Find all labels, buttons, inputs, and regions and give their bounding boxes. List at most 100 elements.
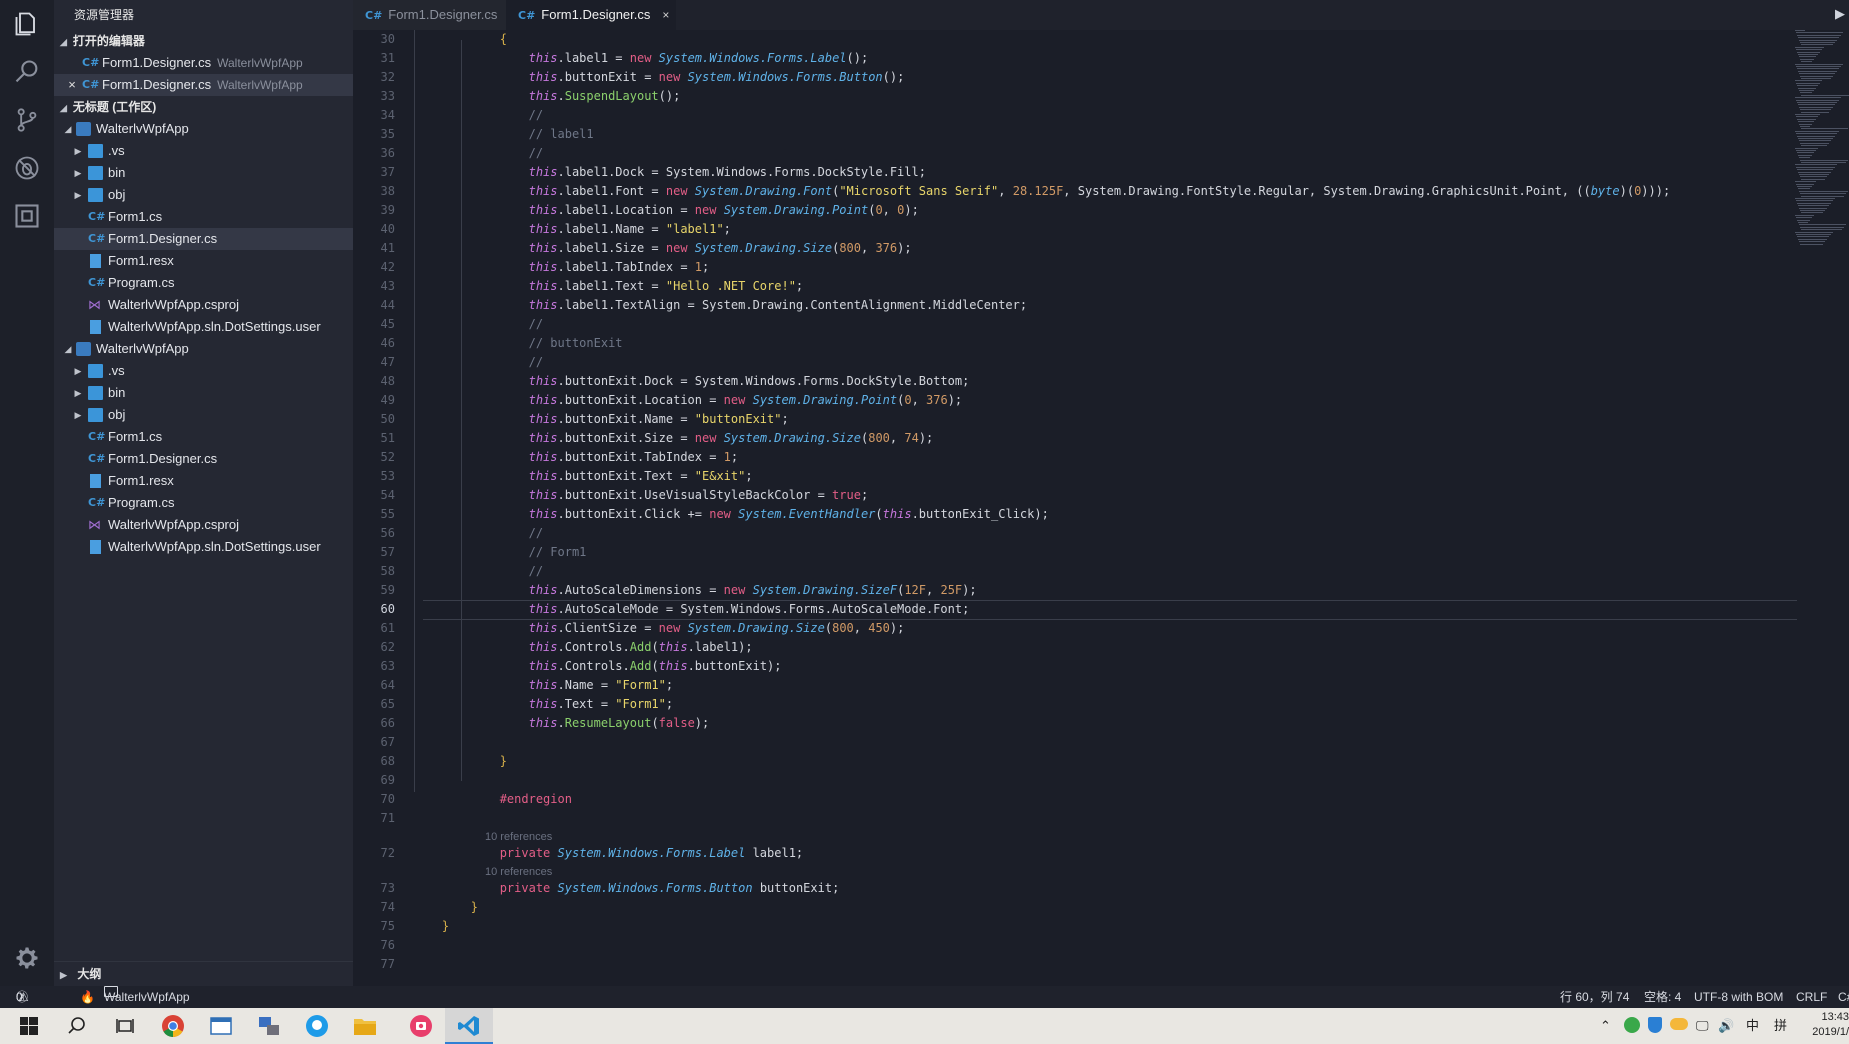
code-editor[interactable]: 30 {31 this.label1 = new System.Windows.… [353, 30, 1849, 986]
code-line[interactable]: this.buttonExit.Size = new System.Drawin… [413, 429, 934, 448]
code-line[interactable]: this.Controls.Add(this.buttonExit); [413, 657, 782, 676]
screen-recorder-icon[interactable] [397, 1008, 445, 1044]
code-line[interactable]: this.label1.Size = new System.Drawing.Si… [413, 239, 912, 258]
explorer-icon[interactable] [0, 0, 54, 48]
code-line[interactable]: // Form1 [413, 543, 587, 562]
code-line[interactable]: this.AutoScaleMode = System.Windows.Form… [413, 600, 970, 619]
tree-file[interactable]: WalterlvWpfApp.sln.DotSettings.user [54, 536, 353, 558]
code-line[interactable]: this.Text = "Form1"; [413, 695, 674, 714]
code-line[interactable]: // [413, 524, 543, 543]
line-ending[interactable]: CRLF [1796, 986, 1827, 1008]
code-line[interactable]: // [413, 144, 543, 163]
tree-file[interactable]: C# Form1.Designer.cs [54, 228, 353, 250]
project-folder[interactable]: ◢ WalterlvWpfApp [54, 118, 353, 140]
tree-file[interactable]: C# Program.cs [54, 272, 353, 294]
code-line[interactable]: // [413, 353, 543, 372]
code-line[interactable]: { [413, 30, 507, 49]
code-line[interactable]: this.Controls.Add(this.label1); [413, 638, 753, 657]
system-clock[interactable]: 13:43 2019/1/ [1800, 1010, 1849, 1040]
show-hidden-icons-icon[interactable]: ⌃ [1600, 1008, 1611, 1044]
minimap[interactable] [1789, 30, 1849, 330]
code-line[interactable]: this.buttonExit = new System.Windows.For… [413, 68, 905, 87]
network-app-icon[interactable] [245, 1008, 293, 1044]
code-line[interactable]: private System.Windows.Forms.Label label… [413, 844, 803, 863]
keyboard-layout-indicator[interactable]: 拼 [1774, 1008, 1787, 1044]
code-line[interactable]: this.label1.TabIndex = 1; [413, 258, 710, 277]
tree-folder[interactable]: ▶ bin [54, 162, 353, 184]
project-folder[interactable]: ◢ WalterlvWpfApp [54, 338, 353, 360]
code-line[interactable]: this.label1 = new System.Windows.Forms.L… [413, 49, 869, 68]
code-line[interactable]: // [413, 562, 543, 581]
vscode-icon[interactable] [445, 1008, 493, 1044]
tab-close-icon[interactable]: × [662, 8, 669, 22]
tree-file[interactable]: C# Program.cs [54, 492, 353, 514]
open-editor-item[interactable]: C# Form1.Designer.cs WalterlvWpfApp [54, 52, 353, 74]
tree-folder[interactable]: ▶ .vs [54, 360, 353, 382]
tree-file[interactable]: C# Form1.cs [54, 426, 353, 448]
tree-file[interactable]: Form1.resx [54, 250, 353, 272]
indent-spaces[interactable]: 空格: 4 [1644, 986, 1681, 1008]
code-line[interactable]: this.buttonExit.Click += new System.Even… [413, 505, 1049, 524]
tree-file[interactable]: ⋈ WalterlvWpfApp.csproj [54, 294, 353, 316]
settings-gear-icon[interactable] [0, 934, 54, 982]
code-line[interactable]: this.buttonExit.Location = new System.Dr… [413, 391, 963, 410]
codelens-references[interactable]: 10 references [485, 864, 552, 880]
tray-security-icon[interactable] [1648, 1017, 1662, 1035]
run-play-icon[interactable]: ▶ [1835, 6, 1845, 22]
code-line[interactable]: // [413, 106, 543, 125]
file-explorer-icon[interactable] [341, 1008, 389, 1044]
search-icon[interactable] [53, 1008, 101, 1044]
source-control-icon[interactable] [0, 96, 54, 144]
file-encoding[interactable]: UTF-8 with BOM [1694, 986, 1783, 1008]
codelens-references[interactable]: 10 references [485, 829, 552, 845]
tab-form1-designer-inactive[interactable]: C# Form1.Designer.cs [353, 0, 515, 30]
code-line[interactable]: this.SuspendLayout(); [413, 87, 681, 106]
code-line[interactable]: this.Name = "Form1"; [413, 676, 674, 695]
open-editors-header[interactable]: ◢ 打开的编辑器 [54, 30, 353, 52]
code-line[interactable]: this.AutoScaleDimensions = new System.Dr… [413, 581, 977, 600]
code-line[interactable]: this.label1.Location = new System.Drawin… [413, 201, 919, 220]
tree-file[interactable]: C# Form1.cs [54, 206, 353, 228]
code-line[interactable]: this.label1.Font = new System.Drawing.Fo… [413, 182, 1671, 201]
cursor-position[interactable]: 行 60，列 74 [1560, 986, 1629, 1008]
tree-folder[interactable]: ▶ obj [54, 184, 353, 206]
network-icon[interactable]: 🖵 [1696, 1008, 1709, 1044]
code-line[interactable]: this.buttonExit.UseVisualStyleBackColor … [413, 486, 869, 505]
tray-app-green-icon[interactable] [1624, 1017, 1640, 1035]
code-line[interactable]: this.ResumeLayout(false); [413, 714, 710, 733]
close-editor-icon[interactable]: × [66, 74, 78, 96]
tray-cloud-icon[interactable] [1670, 1017, 1688, 1035]
tree-folder[interactable]: ▶ .vs [54, 140, 353, 162]
code-line[interactable]: } [413, 898, 478, 917]
code-line[interactable]: this.buttonExit.Name = "buttonExit"; [413, 410, 789, 429]
code-line[interactable]: this.ClientSize = new System.Drawing.Siz… [413, 619, 905, 638]
debug-icon[interactable] [0, 144, 54, 192]
tree-file[interactable]: ⋈ WalterlvWpfApp.csproj [54, 514, 353, 536]
tree-file[interactable]: Form1.resx [54, 470, 353, 492]
app-window-icon[interactable] [197, 1008, 245, 1044]
windows-start-icon[interactable] [5, 1008, 53, 1044]
code-line[interactable]: #endregion [413, 790, 572, 809]
code-line[interactable]: this.label1.Dock = System.Windows.Forms.… [413, 163, 926, 182]
open-editor-item[interactable]: × C# Form1.Designer.cs WalterlvWpfApp [54, 74, 353, 96]
outline-section-header[interactable]: ▶ 大纲 [54, 961, 353, 986]
input-method-indicator[interactable]: 中 [1746, 1008, 1759, 1044]
code-line[interactable]: this.label1.Text = "Hello .NET Core!"; [413, 277, 804, 296]
task-view-icon[interactable] [101, 1008, 149, 1044]
tree-folder[interactable]: ▶ obj [54, 404, 353, 426]
code-line[interactable]: } [413, 917, 449, 936]
volume-icon[interactable]: 🔊 [1718, 1008, 1734, 1044]
tab-form1-designer-active[interactable]: C# Form1.Designer.cs × [506, 0, 676, 30]
code-line[interactable]: private System.Windows.Forms.Button butt… [413, 879, 840, 898]
tree-folder[interactable]: ▶ bin [54, 382, 353, 404]
flame-icon[interactable]: 🔥 [80, 986, 95, 1008]
language-mode[interactable]: C# [1838, 986, 1849, 1008]
code-line[interactable]: this.label1.TextAlign = System.Drawing.C… [413, 296, 1028, 315]
extensions-icon[interactable] [0, 192, 54, 240]
code-line[interactable]: // [413, 315, 543, 334]
code-line[interactable]: // buttonExit [413, 334, 623, 353]
tree-file[interactable]: WalterlvWpfApp.sln.DotSettings.user [54, 316, 353, 338]
qq-icon[interactable] [293, 1008, 341, 1044]
code-line[interactable]: this.buttonExit.Dock = System.Windows.Fo… [413, 372, 970, 391]
code-line[interactable]: } [413, 752, 507, 771]
